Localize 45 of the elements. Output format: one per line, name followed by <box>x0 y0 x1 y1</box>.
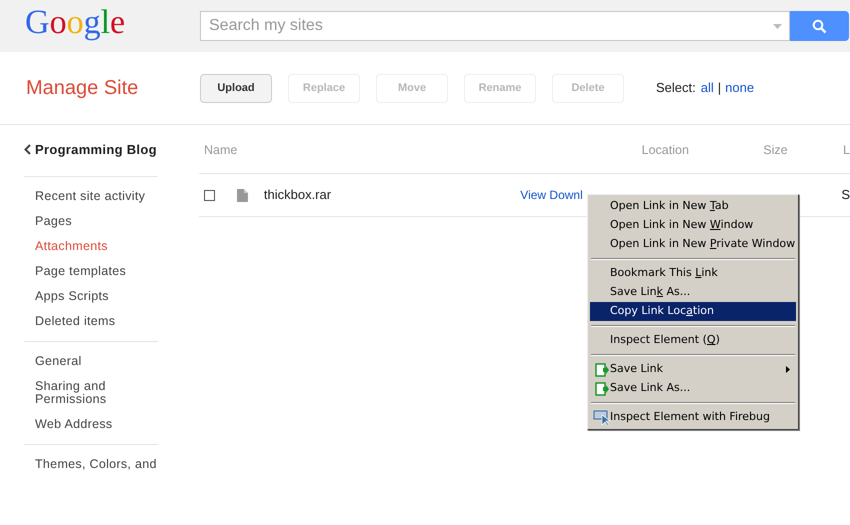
column-header: L <box>843 142 850 159</box>
search-field[interactable]: Search my sites <box>200 11 790 41</box>
sidebar-item[interactable]: Recent site activity <box>24 184 158 209</box>
sidebar-item[interactable]: Pages <box>24 209 158 234</box>
view-download-link[interactable]: View Downl <box>520 188 583 202</box>
menu-item[interactable]: Save Link <box>590 360 796 379</box>
menu-item[interactable]: Copy Link Location <box>590 302 796 321</box>
logo: Google <box>25 6 126 40</box>
search-button[interactable] <box>790 11 849 41</box>
chevron-left-icon <box>24 144 31 155</box>
save-page-icon <box>595 363 609 377</box>
sidebar-item[interactable]: Attachments <box>24 234 158 259</box>
sidebar-item[interactable]: Page templates <box>24 259 158 284</box>
sidebar-item[interactable]: General <box>24 349 158 374</box>
sidebar-item[interactable]: Deleted items <box>24 309 158 334</box>
table-cell-text: S <box>841 186 850 204</box>
page-title: Manage Site <box>25 76 140 101</box>
column-header: Size <box>763 142 789 159</box>
toolbar-button[interactable]: Upload <box>200 74 272 102</box>
sidebar-item[interactable]: Apps Scripts <box>24 284 158 309</box>
select-label: Select: <box>656 79 696 98</box>
menu-item[interactable]: Open Link in New Private Window <box>590 235 796 254</box>
menu-item[interactable]: Inspect Element with Firebug <box>590 408 796 427</box>
dropdown-arrow-icon <box>773 24 782 29</box>
column-header: Location <box>642 142 690 159</box>
menu-item[interactable]: Save Link As... <box>590 379 796 398</box>
sidebar-item[interactable]: Themes, Colors, and <box>24 452 158 477</box>
file-icon <box>236 188 248 202</box>
menu-item[interactable]: Open Link in New Window <box>590 216 796 235</box>
menu-item[interactable]: Save Link As... <box>590 283 796 302</box>
search-icon <box>812 18 827 34</box>
separator: | <box>718 79 722 98</box>
select-all-link[interactable]: all <box>700 78 714 98</box>
menu-item[interactable]: Inspect Element (Q) <box>590 331 796 350</box>
save-page-icon <box>595 382 609 396</box>
column-header: Name <box>203 142 238 159</box>
file-name: thickbox.rar <box>264 186 332 204</box>
back-link[interactable]: Programming Blog <box>24 125 158 177</box>
sidebar-item[interactable]: Sharing and Permissions <box>24 374 158 412</box>
row-checkbox[interactable] <box>204 190 215 200</box>
select-none-link[interactable]: none <box>725 78 754 98</box>
menu-item[interactable]: Bookmark This Link <box>590 264 796 283</box>
sidebar-item[interactable]: Web Address <box>24 412 158 437</box>
menu-item[interactable]: Open Link in New Tab <box>590 197 796 216</box>
inspect-cursor-icon <box>593 410 611 426</box>
